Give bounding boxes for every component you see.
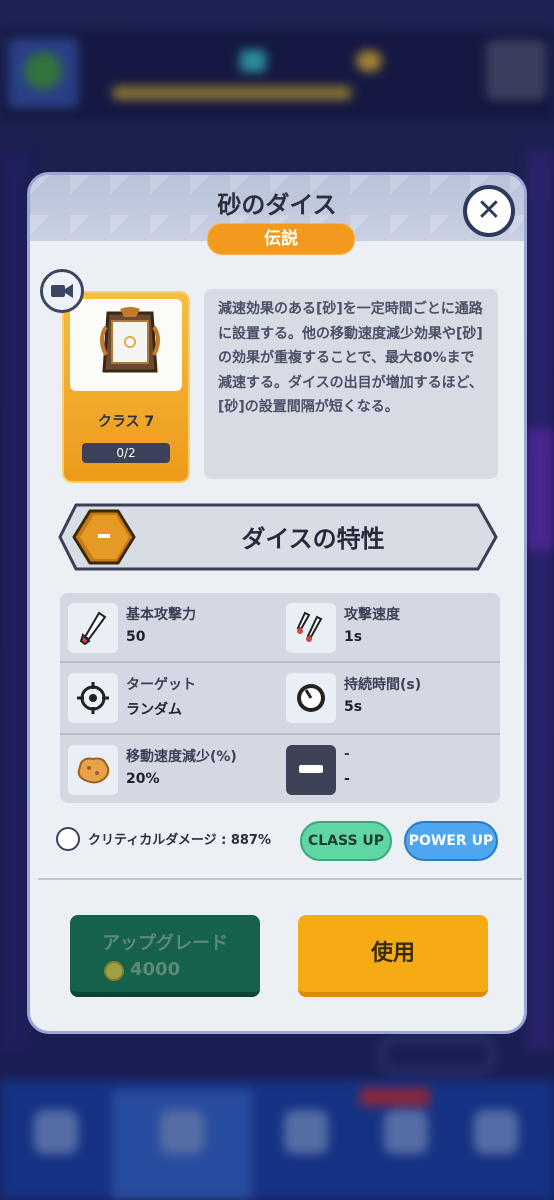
critical-damage-label: クリティカルダメージ : 887%	[88, 829, 271, 848]
dice-description: 減速効果のある[砂]を一定時間ごとに通路に設置する。他の移動速度減少効果や[砂]…	[218, 301, 483, 415]
use-button[interactable]: 使用	[298, 915, 488, 997]
stats-divider	[60, 733, 500, 735]
dice-card: クラス 7 0/2	[62, 291, 190, 483]
rarity-badge: 伝説	[207, 223, 355, 255]
dice-info-dialog: 砂のダイス 伝説 ✕ クラス 7 0/2 減速効果のある[砂]を一定時間ごとに通…	[27, 172, 527, 1034]
traits-title: ダイスの特性	[241, 525, 385, 553]
critical-label-text: クリティカルダメージ :	[88, 833, 231, 848]
card-count-bar: 0/2	[82, 443, 170, 463]
stat-label: -	[344, 746, 350, 762]
traits-banner: ダイスの特性	[58, 501, 498, 573]
critical-damage-value: 887%	[230, 833, 271, 848]
stat-label: 持続時間(s)	[344, 677, 422, 693]
close-button[interactable]: ✕	[463, 185, 515, 237]
timer-icon	[286, 673, 336, 723]
description-box: 減速効果のある[砂]を一定時間ごとに通路に設置する。他の移動速度減少効果や[砂]…	[204, 289, 498, 479]
stat-value: 20%	[126, 771, 160, 787]
stats-panel: 基本攻撃力 50 攻撃速度 1s ターゲット ランダム 持続時間(s) 5s 移…	[60, 593, 500, 803]
stat-value: 1s	[344, 629, 363, 645]
stat-target: ターゲット ランダム	[60, 665, 260, 731]
upgrade-label: アップグレード	[102, 933, 228, 954]
stats-divider	[60, 661, 500, 663]
sand-icon	[68, 745, 118, 795]
target-icon	[68, 673, 118, 723]
stat-label: 基本攻撃力	[126, 607, 196, 623]
stat-value: 5s	[344, 699, 363, 715]
upgrade-button[interactable]: アップグレード 4000	[70, 915, 260, 997]
stat-value: ランダム	[126, 702, 182, 718]
sword-icon	[68, 603, 118, 653]
video-button[interactable]	[40, 269, 84, 313]
stat-move-speed-reduction: 移動速度減少(%) 20%	[60, 737, 260, 803]
stat-label: 移動速度減少(%)	[126, 749, 237, 765]
coin-icon	[104, 961, 124, 981]
stat-label: ターゲット	[126, 677, 196, 693]
stat-attack-speed: 攻撃速度 1s	[278, 595, 478, 661]
stat-duration: 持続時間(s) 5s	[278, 665, 478, 731]
dash-icon	[286, 745, 336, 795]
stat-base-attack: 基本攻撃力 50	[60, 595, 260, 661]
power-up-button[interactable]: POWER UP	[404, 821, 498, 861]
upgrade-cost: 4000	[130, 959, 181, 980]
video-camera-icon	[51, 284, 73, 298]
stat-value: -	[344, 771, 350, 787]
stat-empty: - -	[278, 737, 478, 803]
stat-label: 攻撃速度	[344, 607, 400, 623]
close-icon: ✕	[476, 193, 502, 228]
class-up-button[interactable]: CLASS UP	[300, 821, 392, 861]
dice-class-label: クラス 7	[97, 414, 155, 430]
dialog-title: 砂のダイス	[217, 191, 337, 219]
critical-damage-row: クリティカルダメージ : 887%	[56, 823, 316, 855]
section-divider	[38, 878, 522, 880]
dice-image-frame	[70, 299, 182, 391]
stat-value: 50	[126, 629, 146, 645]
critical-icon	[56, 827, 80, 851]
sand-dice-icon	[100, 307, 160, 373]
attack-speed-icon	[286, 603, 336, 653]
